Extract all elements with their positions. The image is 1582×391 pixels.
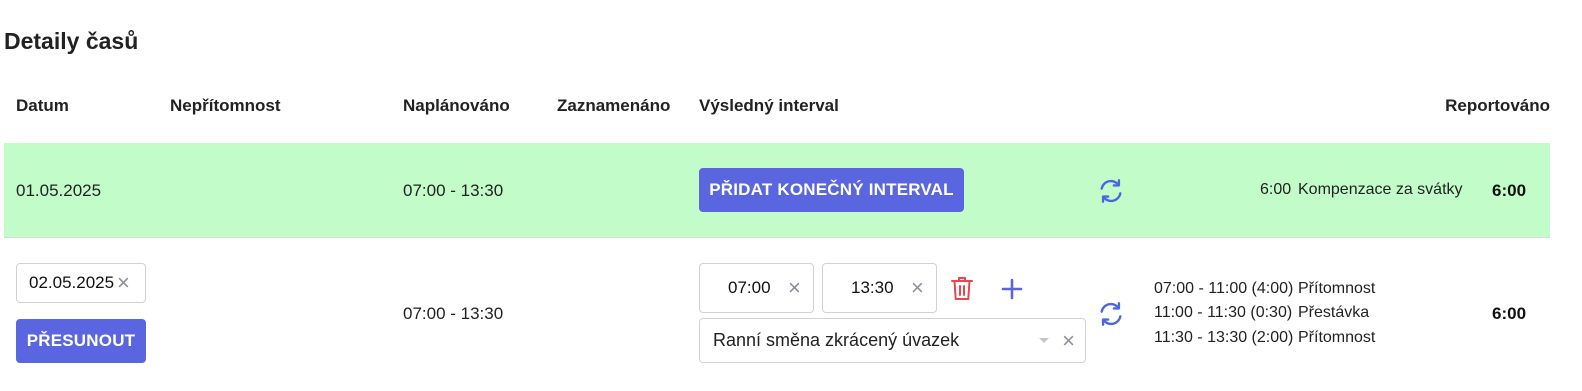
- move-button[interactable]: PŘESUNOUT: [16, 319, 146, 363]
- refresh-icon: [1100, 302, 1122, 326]
- refresh-icon: [1100, 179, 1122, 203]
- plus-icon: [1001, 278, 1023, 300]
- close-icon[interactable]: ×: [911, 277, 924, 299]
- detail-time: 07:00 - 11:00 (4:00): [1154, 280, 1294, 297]
- close-icon[interactable]: ×: [117, 272, 130, 294]
- column-header-absence: Nepřítomnost: [170, 96, 281, 115]
- column-header-date: Datum: [16, 96, 69, 115]
- row-planned: 07:00 - 13:30: [403, 181, 504, 200]
- detail-time: 6:00: [1260, 181, 1292, 198]
- refresh-button[interactable]: [1096, 176, 1126, 206]
- reported-value: 6:00: [1492, 304, 1527, 323]
- date-input[interactable]: [29, 273, 117, 293]
- detail-label: Přestávka: [1298, 304, 1370, 321]
- column-header-result: Výsledný interval: [699, 96, 839, 115]
- shift-select-value: Ranní směna zkrácený úvazek: [713, 330, 960, 350]
- page-title: Detaily časů: [4, 28, 139, 54]
- column-header-planned: Naplánováno: [403, 96, 510, 115]
- close-icon[interactable]: ×: [1062, 329, 1075, 352]
- add-final-interval-button[interactable]: PŘIDAT KONEČNÝ INTERVAL: [699, 168, 964, 212]
- from-time-input[interactable]: [728, 278, 776, 298]
- reported-value: 6:00: [1492, 181, 1527, 200]
- close-icon[interactable]: ×: [788, 277, 801, 299]
- detail-label: Přítomnost: [1298, 280, 1376, 297]
- detail-label: Kompenzace za svátky: [1298, 181, 1463, 198]
- shift-select[interactable]: Ranní směna zkrácený úvazek ×: [699, 318, 1086, 363]
- from-time-field[interactable]: ×: [699, 263, 814, 313]
- trash-icon: [951, 277, 973, 300]
- refresh-button[interactable]: [1096, 299, 1126, 329]
- detail-label: Přítomnost: [1298, 329, 1376, 346]
- to-time-field[interactable]: ×: [822, 263, 937, 313]
- detail-time: 11:30 - 13:30 (2:00): [1154, 329, 1294, 346]
- date-field[interactable]: ×: [16, 263, 146, 303]
- add-interval-button[interactable]: [998, 275, 1026, 303]
- delete-interval-button[interactable]: [948, 274, 976, 304]
- row-date: 01.05.2025: [16, 181, 102, 200]
- detail-time: 11:00 - 11:30 (0:30): [1154, 304, 1293, 321]
- column-header-reported: Reportováno: [1445, 96, 1550, 115]
- row-planned: 07:00 - 13:30: [403, 304, 504, 323]
- chevron-down-icon[interactable]: [1038, 337, 1050, 345]
- column-header-recorded: Zaznamenáno: [557, 96, 671, 115]
- to-time-input[interactable]: [851, 278, 899, 298]
